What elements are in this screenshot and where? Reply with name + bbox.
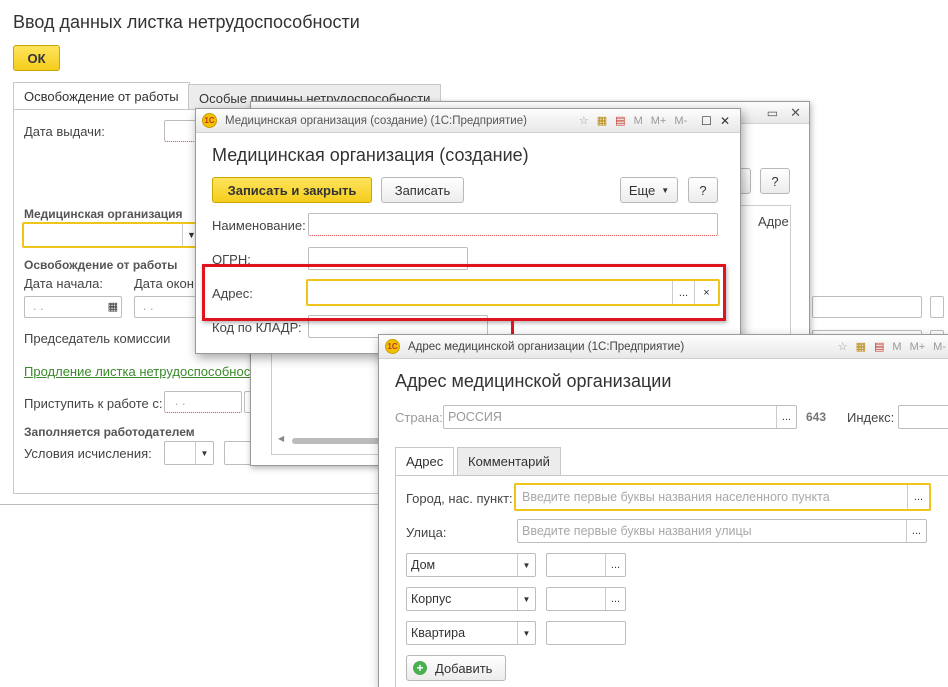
chevron-down-icon: ▼: [661, 185, 670, 195]
end-date-field[interactable]: . .: [134, 296, 200, 318]
app-logo-icon: 1С: [202, 113, 217, 128]
calendar-icon[interactable]: ▦: [108, 300, 118, 313]
memory-plus-icon[interactable]: M+: [651, 115, 667, 127]
table-icon[interactable]: ▦: [597, 114, 607, 127]
building-select-button[interactable]: ...: [605, 588, 625, 610]
index-field[interactable]: [898, 405, 948, 429]
plus-icon: +: [413, 661, 427, 675]
street-placeholder: Введите первые буквы названия улицы: [522, 524, 752, 538]
memory-m-icon[interactable]: M: [892, 341, 901, 353]
memory-minus-icon[interactable]: M-: [933, 341, 946, 353]
country-label: Страна:: [395, 410, 443, 425]
date-issued-field[interactable]: [164, 120, 198, 142]
main-right-field-1[interactable]: [812, 296, 922, 318]
memory-plus-icon[interactable]: M+: [910, 341, 926, 353]
street-select-button[interactable]: ...: [906, 520, 926, 542]
chevron-down-icon[interactable]: ▼: [517, 622, 535, 644]
calendar-icon[interactable]: ▤: [874, 340, 884, 353]
tab-release[interactable]: Освобождение от работы: [13, 82, 190, 110]
calc-conditions-extra-field[interactable]: [224, 441, 252, 465]
calendar-icon[interactable]: ▤: [615, 114, 625, 127]
house-select-button[interactable]: ...: [605, 554, 625, 576]
close-icon[interactable]: ✕: [790, 105, 801, 121]
maximize-icon[interactable]: ☐: [701, 114, 712, 128]
chevron-down-icon[interactable]: ▼: [517, 588, 535, 610]
more-button[interactable]: Еще ▼: [620, 177, 678, 203]
save-close-button[interactable]: Записать и закрыть: [212, 177, 372, 203]
ok-button[interactable]: ОК: [13, 45, 60, 71]
scroll-left-icon[interactable]: ◀: [278, 434, 284, 443]
calc-conditions-label: Условия исчисления:: [24, 446, 152, 461]
chevron-down-icon[interactable]: ▼: [195, 442, 213, 464]
building-type-select[interactable]: Корпус ▼: [406, 587, 536, 611]
calc-conditions-select[interactable]: ▼: [164, 441, 214, 465]
page-title: Ввод данных листка нетрудоспособности: [13, 12, 360, 32]
chevron-down-icon[interactable]: ▼: [517, 554, 535, 576]
name-label: Наименование:: [212, 218, 306, 233]
address-window-title: Адрес медицинской организации (1С:Предпр…: [408, 340, 685, 353]
list-column-header: Адре: [758, 214, 789, 229]
city-field[interactable]: Введите первые буквы названия населенног…: [514, 483, 931, 511]
city-label: Город, нас. пункт:: [406, 491, 513, 506]
country-value: РОССИЯ: [448, 410, 502, 424]
street-field[interactable]: Введите первые буквы названия улицы ...: [517, 519, 927, 543]
list-help-button[interactable]: ?: [760, 168, 790, 194]
country-field[interactable]: РОССИЯ ...: [443, 405, 797, 429]
name-field[interactable]: [308, 213, 718, 236]
street-label: Улица:: [406, 525, 447, 540]
main-right-field-3[interactable]: [930, 296, 944, 318]
city-select-button[interactable]: ...: [907, 485, 929, 509]
return-date-field[interactable]: . .: [164, 391, 242, 413]
med-org-group-title: Медицинская организация: [24, 207, 183, 221]
apartment-number-field[interactable]: [546, 621, 626, 645]
date-issued-label: Дата выдачи:: [24, 124, 105, 139]
med-org-field[interactable]: ▼: [22, 222, 202, 248]
tab-address[interactable]: Адрес: [395, 447, 455, 476]
end-date-label: Дата окон: [134, 276, 194, 291]
house-type-select[interactable]: Дом ▼: [406, 553, 536, 577]
address-highlight-frame: [202, 264, 726, 321]
start-date-label: Дата начала:: [24, 276, 103, 291]
building-number-field[interactable]: ...: [546, 587, 626, 611]
extension-link[interactable]: Продление листка нетрудоспособност: [24, 364, 256, 379]
return-date-label: Приступить к работе с:: [24, 396, 163, 411]
apartment-type-select[interactable]: Квартира ▼: [406, 621, 536, 645]
help-button[interactable]: ?: [688, 177, 718, 203]
kladr-label: Код по КЛАДР:: [212, 320, 302, 335]
memory-m-icon[interactable]: M: [634, 115, 643, 127]
memory-minus-icon[interactable]: M-: [674, 115, 687, 127]
address-heading: Адрес медицинской организации: [395, 371, 672, 391]
minimize-icon[interactable]: ▭: [767, 106, 778, 120]
country-code: 643: [806, 410, 827, 424]
employer-group-title: Заполняется работодателем: [24, 425, 195, 439]
save-button[interactable]: Записать: [381, 177, 464, 203]
star-icon[interactable]: ☆: [579, 114, 589, 127]
country-select-button[interactable]: ...: [776, 406, 796, 428]
dialog-heading: Медицинская организация (создание): [212, 145, 529, 165]
close-icon[interactable]: ✕: [720, 114, 730, 128]
table-icon[interactable]: ▦: [856, 340, 866, 353]
index-label: Индекс:: [847, 410, 895, 425]
app-logo-icon: 1С: [385, 339, 400, 354]
release-group-title: Освобождение от работы: [24, 258, 178, 272]
start-date-field[interactable]: . . ▦: [24, 296, 122, 318]
city-placeholder: Введите первые буквы названия населенног…: [522, 490, 830, 504]
house-number-field[interactable]: ...: [546, 553, 626, 577]
commission-chair-label: Председатель комиссии: [24, 331, 171, 346]
window-title: Медицинская организация (создание) (1С:П…: [225, 114, 527, 127]
star-icon[interactable]: ☆: [838, 340, 848, 353]
add-button[interactable]: + Добавить: [406, 655, 506, 681]
tab-comment[interactable]: Комментарий: [457, 447, 561, 475]
address-window: 1С Адрес медицинской организации (1С:Пре…: [378, 334, 948, 687]
